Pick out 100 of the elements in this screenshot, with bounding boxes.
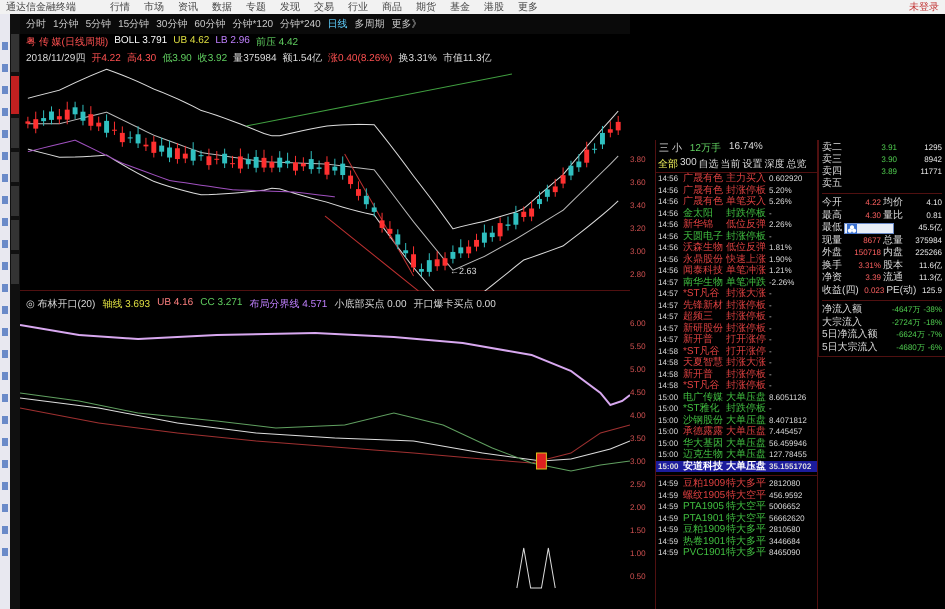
- ticker-tab[interactable]: 设置: [742, 157, 763, 171]
- indicator-value: LB 2.96: [215, 35, 250, 48]
- menu-item[interactable]: 港股: [484, 0, 504, 14]
- menu-item[interactable]: 市场: [144, 0, 164, 14]
- flow-label: 净流入额: [822, 304, 862, 316]
- menu-item[interactable]: 期货: [416, 0, 436, 14]
- menu-item[interactable]: 基金: [450, 0, 470, 14]
- period-tab[interactable]: 30分钟: [156, 17, 188, 31]
- signal-value: 1.90%: [769, 254, 793, 265]
- ticker-time: 14:57: [658, 311, 680, 322]
- ticker-row[interactable]: 14:56 闻泰科技 单笔冲涨 1.21%: [656, 265, 817, 276]
- signal-value: 1.21%: [769, 265, 793, 276]
- ticker-row[interactable]: 14:56 广晟有色 主力买入 0.602920: [656, 173, 817, 184]
- ticker-row[interactable]: 14:59 PVC1901特大多平 8465090: [656, 547, 817, 558]
- period-tab[interactable]: 5分钟: [86, 17, 112, 31]
- ticker-tab[interactable]: 总览: [786, 157, 807, 171]
- ticker-row[interactable]: 14:58 *ST凡谷 打开涨停 -: [656, 346, 817, 357]
- ticker-row[interactable]: 15:00 *ST雅化 封跌停板 -: [656, 403, 817, 414]
- ticker-row[interactable]: 14:57 超频三 封涨停板 -: [656, 311, 817, 322]
- ticker-time: 14:56: [658, 230, 680, 242]
- ticker-row[interactable]: 14:56 金太阳 封跌停板 -: [656, 208, 817, 219]
- ticker-tab[interactable]: 300: [680, 157, 697, 171]
- ticker-row[interactable]: 14:57 先锋新材 封涨停板 -: [656, 300, 817, 311]
- ticker-time: 15:00: [658, 449, 680, 460]
- period-tab[interactable]: 分钟*240: [280, 17, 321, 31]
- low-price-label: ←2.63: [450, 266, 477, 276]
- ticker-row[interactable]: 14:59 PTA1901 特大空平 56662620: [656, 512, 817, 524]
- stat-label: 净资: [822, 272, 842, 284]
- ticker-tab[interactable]: 当前: [720, 157, 741, 171]
- stock-name: 沙钢股份: [683, 414, 724, 426]
- signal-text: 封涨大涨: [726, 357, 767, 368]
- login-link[interactable]: 未登录: [909, 0, 939, 14]
- ticker-row[interactable]: 14:56 天圆电子 封涨停板 -: [656, 230, 817, 242]
- signal-value: -: [769, 357, 773, 368]
- ticker-row[interactable]: 14:58 *ST凡谷 封涨停板 -: [656, 380, 817, 392]
- signal-text: 封涨停板: [726, 311, 767, 322]
- ticker-row[interactable]: 15:00 电广传媒 大单压盘 8.6051126: [656, 392, 817, 403]
- contract-name: 豆粕1909: [683, 478, 725, 490]
- menu-item[interactable]: 数据: [212, 0, 232, 14]
- ticker-row[interactable]: 14:57 南华生物 单笔冲跌 -2.26%: [656, 276, 817, 288]
- popup-badge[interactable]: [844, 223, 894, 234]
- period-tab[interactable]: 1分钟: [53, 17, 79, 31]
- ticker-row[interactable]: 14:57 新研股份 封涨停板 -: [656, 322, 817, 334]
- ticker-row[interactable]: 14:57 新开普 打开涨停 -: [656, 334, 817, 346]
- signal-text: 特大多平: [726, 547, 767, 558]
- stock-name: 新开普: [683, 334, 713, 346]
- ticker-tab[interactable]: 全部: [658, 157, 678, 171]
- ticker-time: 15:00: [658, 403, 680, 414]
- axis-label: 3.00: [630, 456, 647, 467]
- ticker-tab[interactable]: 自选: [698, 157, 719, 171]
- ticker-tab[interactable]: 深度: [764, 157, 785, 171]
- period-tab[interactable]: 更多》: [392, 17, 422, 31]
- signal-marker: [536, 452, 547, 470]
- menu-item[interactable]: 商品: [382, 0, 402, 14]
- menu-item[interactable]: 更多: [518, 0, 538, 14]
- period-tab[interactable]: 60分钟: [194, 17, 226, 31]
- period-tab[interactable]: 分钟*120: [232, 17, 274, 31]
- ticker-row[interactable]: 15:00 迈克生物 大单压盘 127.78455: [656, 449, 817, 460]
- axis-label: 3.40: [630, 200, 647, 211]
- ticker-row[interactable]: 14:59 PTA1905 特大空平 5006652: [656, 501, 817, 512]
- ticker-row[interactable]: 15:00 安道科技 大单压盘 35.1551702: [656, 460, 817, 472]
- ticker-row[interactable]: 14:56 广晟有色 单笔买入 5.26%: [656, 196, 817, 208]
- ticker-row[interactable]: 14:59 热卷1901特大多平 3446684: [656, 536, 817, 547]
- ticker-row[interactable]: 14:58 天夏智慧 封涨大涨 -: [656, 357, 817, 368]
- menu-item[interactable]: 专题: [246, 0, 266, 14]
- ticker-row[interactable]: 15:00 沙钢股份 大单压盘 8.4071812: [656, 414, 817, 426]
- flow-percent: -7%: [928, 329, 942, 341]
- period-tab[interactable]: 日线: [328, 17, 348, 31]
- axis-label: 4.50: [630, 387, 647, 398]
- ticker-row[interactable]: 14:58 新开普 封涨停板 -: [656, 368, 817, 380]
- period-tab[interactable]: 多周期: [354, 17, 385, 31]
- ticker-header-text: 12万手: [690, 142, 721, 155]
- menu-item[interactable]: 发现: [280, 0, 300, 14]
- ticker-row[interactable]: 14:56 沃森生物 低位反弹 1.81%: [656, 242, 817, 254]
- period-tab[interactable]: 15分钟: [118, 17, 150, 31]
- ticker-time: 15:00: [658, 438, 680, 449]
- menu-item[interactable]: 行情: [110, 0, 130, 14]
- signal-text: 特大空平: [726, 490, 767, 500]
- menu-item[interactable]: 资讯: [178, 0, 198, 14]
- ticker-row[interactable]: 14:56 广晟有色 封涨停板 5.20%: [656, 184, 817, 196]
- ticker-row[interactable]: 14:59 螺纹1905特大空平 456.9592: [656, 490, 817, 501]
- indicator-value: 小底部买点 0.00: [334, 298, 407, 311]
- ticker-row[interactable]: 15:00 承德露露 大单压盘 7.445457: [656, 426, 817, 438]
- ticker-row[interactable]: 14:56 永鼎股份 快速上涨 1.90%: [656, 254, 817, 265]
- ticker-row[interactable]: 14:57 *ST凡谷 封涨大涨 -: [656, 288, 817, 300]
- ticker-row[interactable]: 15:00 华大基因 大单压盘 56.459946: [656, 438, 817, 449]
- menu-item[interactable]: 行业: [348, 0, 368, 14]
- stock-name: 新华锦: [683, 219, 714, 230]
- ask-price: 3.90: [880, 154, 897, 166]
- menu-item[interactable]: 交易: [314, 0, 334, 14]
- stat-value: 225266: [914, 247, 942, 259]
- ticker-time: 14:59: [658, 478, 680, 490]
- ticker-row[interactable]: 14:59 豆粕1909特大多平 2812080: [656, 478, 817, 490]
- period-tab[interactable]: 分时: [26, 17, 46, 31]
- ticker-row[interactable]: 14:59 豆粕1909特大多平 2810580: [656, 524, 817, 536]
- app-title: 通达信金融终端: [6, 0, 76, 14]
- ticker-row[interactable]: 14:56 新华锦 低位反弹 2.26%: [656, 219, 817, 230]
- axis-label: 3.60: [630, 177, 647, 188]
- signal-value: 2810580: [769, 524, 802, 536]
- axis-label: 4.00: [630, 410, 647, 421]
